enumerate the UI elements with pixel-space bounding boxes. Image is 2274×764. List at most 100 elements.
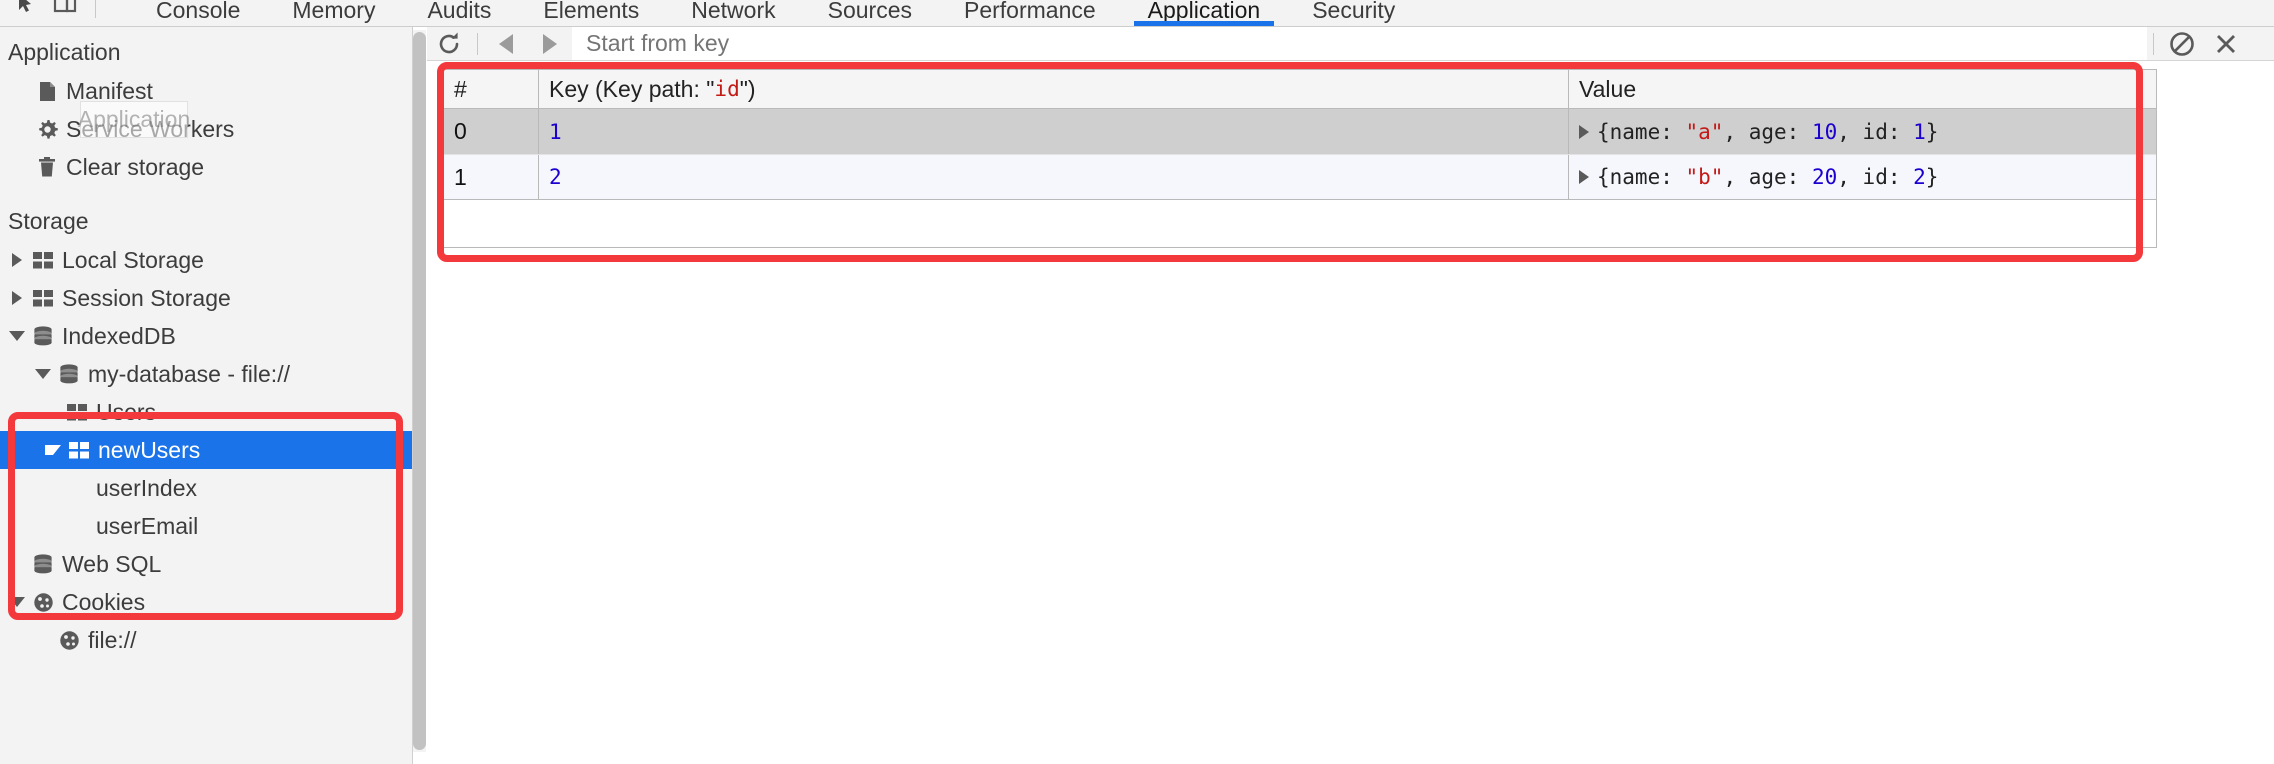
sidebar-item-label: Clear storage bbox=[66, 153, 205, 180]
row-value-preview: {name: "a", age: 10, id: 1} bbox=[1597, 119, 1939, 144]
chevron-right-icon[interactable] bbox=[6, 253, 28, 267]
tab-application[interactable]: Application bbox=[1122, 0, 1287, 26]
trash-icon bbox=[32, 156, 62, 178]
next-page-button[interactable] bbox=[528, 27, 572, 60]
triangle-left-icon bbox=[499, 33, 513, 54]
devtools-window: Console Memory Audits Elements Network S… bbox=[0, 0, 2274, 764]
storage-section-heading: Storage bbox=[8, 208, 89, 234]
chevron-down-icon[interactable] bbox=[6, 331, 28, 341]
column-header-index[interactable]: # bbox=[444, 70, 539, 108]
row-key-value[interactable]: 2 bbox=[549, 165, 562, 189]
tab-memory[interactable]: Memory bbox=[266, 0, 401, 26]
tab-network[interactable]: Network bbox=[665, 0, 801, 26]
tab-elements[interactable]: Elements bbox=[517, 0, 665, 26]
refresh-button[interactable] bbox=[427, 27, 471, 60]
sidebar-item-label: userEmail bbox=[96, 512, 199, 539]
sidebar-item-newusers[interactable]: newUsers bbox=[0, 431, 412, 469]
sidebar-item-users[interactable]: Users bbox=[0, 393, 412, 431]
table-icon bbox=[28, 251, 58, 269]
data-grid-empty-area bbox=[444, 199, 2156, 247]
sidebar-item-local-storage[interactable]: Local Storage bbox=[0, 241, 412, 279]
sidebar-item-label: newUsers bbox=[98, 436, 201, 463]
sidebar-scrollbar[interactable] bbox=[413, 30, 426, 752]
clear-object-store-button[interactable] bbox=[2160, 27, 2204, 60]
row-index: 1 bbox=[444, 155, 539, 199]
row-value[interactable]: {name: "b", age: 20, id: 2} bbox=[1569, 155, 2156, 199]
table-icon bbox=[28, 289, 58, 307]
row-index: 0 bbox=[444, 109, 539, 154]
database-icon bbox=[28, 554, 58, 574]
tab-sources[interactable]: Sources bbox=[802, 0, 938, 26]
close-icon bbox=[2217, 34, 2235, 53]
table-row[interactable]: 0 1 {name: "a", age: 10, id: 1} bbox=[444, 109, 2156, 154]
table-row[interactable]: 1 2 {name: "b", age: 20, id: 2} bbox=[444, 154, 2156, 199]
column-header-key[interactable]: Key (Key path: " id ") bbox=[539, 70, 1569, 108]
sidebar-item-label: my-database - file:// bbox=[88, 360, 290, 387]
tab-console[interactable]: Console bbox=[130, 0, 266, 26]
expand-triangle-icon[interactable] bbox=[1579, 170, 1589, 184]
database-icon bbox=[28, 326, 58, 346]
tab-performance[interactable]: Performance bbox=[938, 0, 1122, 26]
row-key-value[interactable]: 1 bbox=[549, 120, 562, 144]
toolbar-divider bbox=[477, 32, 478, 55]
object-store-panel: # Key (Key path: "id") Value 0 1 {name: … bbox=[427, 27, 2274, 764]
sidebar-item-label: IndexedDB bbox=[62, 322, 176, 349]
sidebar-item-cookies[interactable]: Cookies bbox=[0, 583, 412, 621]
sidebar-item-label: Service Workers bbox=[66, 115, 235, 142]
gear-icon bbox=[32, 119, 62, 140]
sidebar-item-service-workers[interactable]: Service Workers bbox=[0, 110, 412, 148]
application-section-heading: Application bbox=[8, 39, 121, 65]
table-icon bbox=[64, 441, 94, 459]
sidebar-item-indexeddb[interactable]: IndexedDB bbox=[0, 317, 412, 355]
sidebar-scrollbar-thumb[interactable] bbox=[413, 32, 426, 750]
sidebar-item-userindex[interactable]: userIndex bbox=[0, 469, 412, 507]
sidebar-item-label: Users bbox=[96, 398, 157, 425]
tab-security[interactable]: Security bbox=[1286, 0, 1421, 26]
no-entry-icon bbox=[2170, 31, 2194, 56]
devtools-tool-icons bbox=[8, 0, 78, 16]
panel-tabs: Console Memory Audits Elements Network S… bbox=[130, 0, 1421, 26]
sidebar-item-my-database[interactable]: my-database - file:// bbox=[0, 355, 412, 393]
row-key: 1 bbox=[539, 109, 1569, 154]
toolbar-divider bbox=[2153, 32, 2154, 55]
device-toolbar-icon[interactable] bbox=[52, 0, 78, 16]
column-header-key-suffix: ") bbox=[739, 75, 756, 102]
data-grid-header: # Key (Key path: " id ") Value bbox=[444, 69, 2156, 109]
cookie-icon bbox=[54, 630, 84, 651]
column-header-key-prefix: Key (Key path: " bbox=[549, 75, 715, 102]
row-value[interactable]: {name: "a", age: 10, id: 1} bbox=[1569, 109, 2156, 154]
sidebar-item-clear-storage[interactable]: Clear storage bbox=[0, 148, 412, 186]
sidebar-item-label: Web SQL bbox=[62, 550, 162, 577]
sidebar-item-label: file:// bbox=[88, 626, 137, 653]
sidebar-item-web-sql[interactable]: Web SQL bbox=[0, 545, 412, 583]
sidebar-item-manifest[interactable]: Manifest bbox=[0, 72, 412, 110]
row-key: 2 bbox=[539, 155, 1569, 199]
sidebar-item-label: Local Storage bbox=[62, 246, 204, 273]
application-sidebar: Application Manifest Service Workers Cle… bbox=[0, 27, 413, 764]
chevron-down-icon[interactable] bbox=[42, 445, 64, 455]
sidebar-item-label: Cookies bbox=[62, 588, 146, 615]
column-header-value[interactable]: Value bbox=[1569, 70, 2156, 108]
tab-audits[interactable]: Audits bbox=[401, 0, 517, 26]
refresh-icon bbox=[439, 32, 459, 53]
previous-page-button[interactable] bbox=[484, 27, 528, 60]
cookie-icon bbox=[28, 592, 58, 613]
chevron-down-icon[interactable] bbox=[32, 369, 54, 379]
toolbar-actions bbox=[2147, 27, 2274, 60]
expand-triangle-icon[interactable] bbox=[1579, 124, 1589, 139]
inspect-element-icon[interactable] bbox=[8, 0, 34, 16]
sidebar-item-label: Manifest bbox=[66, 77, 153, 104]
toolbar-divider bbox=[95, 0, 96, 18]
sidebar-item-useremail[interactable]: userEmail bbox=[0, 507, 412, 545]
chevron-right-icon[interactable] bbox=[6, 291, 28, 305]
sidebar-item-cookie-origin[interactable]: file:// bbox=[0, 621, 412, 659]
delete-selected-button[interactable] bbox=[2204, 27, 2248, 60]
chevron-down-icon[interactable] bbox=[6, 597, 28, 607]
sidebar-item-session-storage[interactable]: Session Storage bbox=[0, 279, 412, 317]
devtools-tabstrip: Console Memory Audits Elements Network S… bbox=[0, 0, 2274, 27]
object-store-data-grid: # Key (Key path: " id ") Value 0 1 {name: … bbox=[443, 69, 2157, 248]
key-filter-input[interactable] bbox=[572, 27, 2147, 60]
row-value-preview: {name: "b", age: 20, id: 2} bbox=[1597, 165, 1939, 189]
sidebar-item-label: Session Storage bbox=[62, 284, 231, 311]
triangle-right-icon bbox=[543, 33, 557, 54]
